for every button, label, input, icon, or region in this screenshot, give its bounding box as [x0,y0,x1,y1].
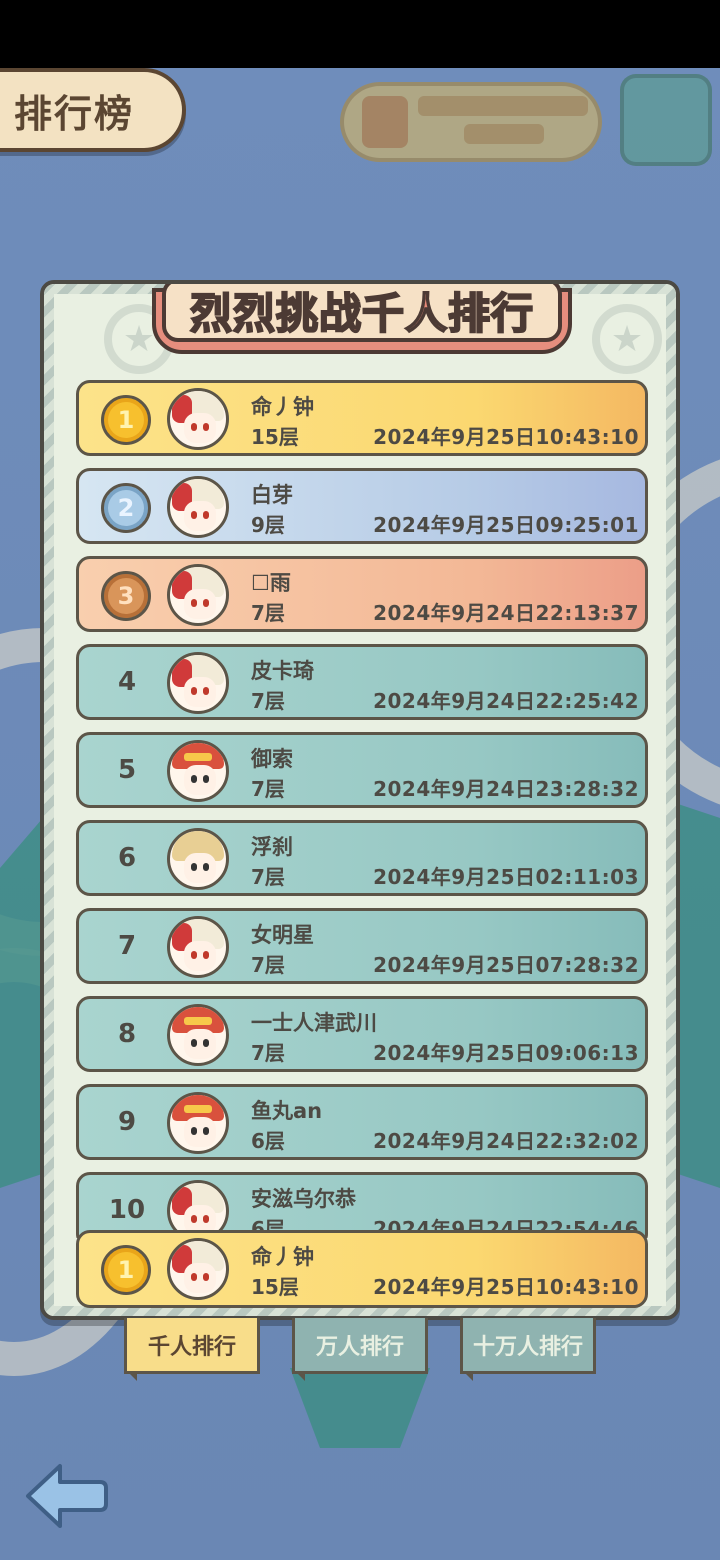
player-name: 一士人津武川 [251,1011,377,1035]
rank-row[interactable]: 5 御索 7层 2024年9月24日23:28:32 [76,732,648,808]
player-name: 女明星 [251,923,314,947]
avatar[interactable] [167,564,229,626]
page-title: 排行榜 [14,91,135,136]
gift-icon [362,96,408,148]
rank-number: 8 [117,1019,137,1049]
ranking-building-icon[interactable] [620,74,712,166]
floor-count: 7层 [251,953,285,977]
status-bar [0,0,720,68]
silver-medal-icon: 2 [101,483,151,533]
avatar[interactable] [167,828,229,890]
back-arrow-icon[interactable] [22,1460,108,1532]
avatar[interactable] [167,1092,229,1154]
player-name: 皮卡琦 [251,659,314,683]
player-name: ☐雨 [251,571,291,595]
floor-count: 7层 [251,865,285,889]
player-name: 御索 [251,747,293,771]
record-time: 2024年9月25日02:11:03 [373,865,639,889]
rank-number: 9 [117,1107,137,1137]
player-name: 命丿钟 [251,395,314,419]
tab-ten-thousand[interactable]: 万人排行 [292,1318,428,1381]
avatar[interactable] [167,1238,229,1300]
rank-row[interactable]: 1 命丿钟 15层 2024年9月25日10:43:10 [76,380,648,456]
rank-number: 5 [117,755,137,785]
player-name: 浮刹 [251,835,293,859]
player-name: 白芽 [251,483,293,507]
floor-count: 7层 [251,777,285,801]
avatar[interactable] [167,476,229,538]
avatar[interactable] [167,1004,229,1066]
avatar[interactable] [167,740,229,802]
floor-count: 7层 [251,601,285,625]
leaderboard-panel: ★ ★ 烈烈挑战千人排行 1 命丿钟 15层 2024年9月25日10:43:10 2 白… [40,280,680,1320]
rank-number: 7 [117,931,137,961]
rank-row[interactable]: 4 皮卡琦 7层 2024年9月24日22:25:42 [76,644,648,720]
floor-count: 15层 [251,1275,299,1299]
rank-row[interactable]: 9 鱼丸an 6层 2024年9月24日22:32:02 [76,1084,648,1160]
rank-row[interactable]: 6 浮刹 7层 2024年9月25日02:11:03 [76,820,648,896]
record-time: 2024年9月25日10:43:10 [373,425,639,449]
rank-number: 6 [117,843,137,873]
player-name: 命丿钟 [251,1245,314,1269]
gold-medal-icon: 1 [101,1245,151,1295]
floor-count: 6层 [251,1129,285,1153]
floor-count: 15层 [251,425,299,449]
avatar[interactable] [167,916,229,978]
record-time: 2024年9月24日23:28:32 [373,777,639,801]
floor-count: 9层 [251,513,285,537]
record-time: 2024年9月25日09:06:13 [373,1041,639,1065]
rank-row[interactable]: 10 安滋乌尔恭 6层 2024年9月24日22:54:46 [76,1172,648,1238]
my-rank-row: 1 命丿钟 15层 2024年9月25日10:43:10 [76,1230,648,1308]
tab-hundred-thousand[interactable]: 十万人排行 [460,1318,596,1381]
rank-row[interactable]: 7 女明星 7层 2024年9月25日07:28:32 [76,908,648,984]
rank-number: 10 [108,1195,146,1225]
panel-header: 烈烈挑战千人排行 [152,284,572,360]
avatar[interactable] [167,388,229,450]
rank-row[interactable]: 8 一士人津武川 7层 2024年9月25日09:06:13 [76,996,648,1072]
rank-list[interactable]: 1 命丿钟 15层 2024年9月25日10:43:10 2 白芽 9层 2024年9月25日… [44,376,676,1238]
record-time: 2024年9月25日10:43:10 [373,1275,639,1299]
record-time: 2024年9月24日22:32:02 [373,1129,639,1153]
floor-count: 7层 [251,689,285,713]
gold-medal-icon: 1 [101,395,151,445]
tab-thousand[interactable]: 千人排行 [124,1318,260,1381]
player-name: 鱼丸an [251,1099,323,1123]
rank-number: 4 [117,667,137,697]
event-banner[interactable] [340,82,602,162]
floor-count: 7层 [251,1041,285,1065]
record-time: 2024年9月24日22:25:42 [373,689,639,713]
record-time: 2024年9月25日09:25:01 [373,513,639,537]
record-time: 2024年9月25日07:28:32 [373,953,639,977]
rank-row[interactable]: 2 白芽 9层 2024年9月25日09:25:01 [76,468,648,544]
bronze-medal-icon: 3 [101,571,151,621]
player-name: 安滋乌尔恭 [251,1187,356,1211]
record-time: 2024年9月24日22:13:37 [373,601,639,625]
avatar[interactable] [167,652,229,714]
leaderboard-title-tab: 排行榜 [0,68,186,152]
star-decoration-icon: ★ [592,304,662,374]
panel-title: 烈烈挑战千人排行 [189,288,534,339]
rank-row[interactable]: 3 ☐雨 7层 2024年9月24日22:13:37 [76,556,648,632]
